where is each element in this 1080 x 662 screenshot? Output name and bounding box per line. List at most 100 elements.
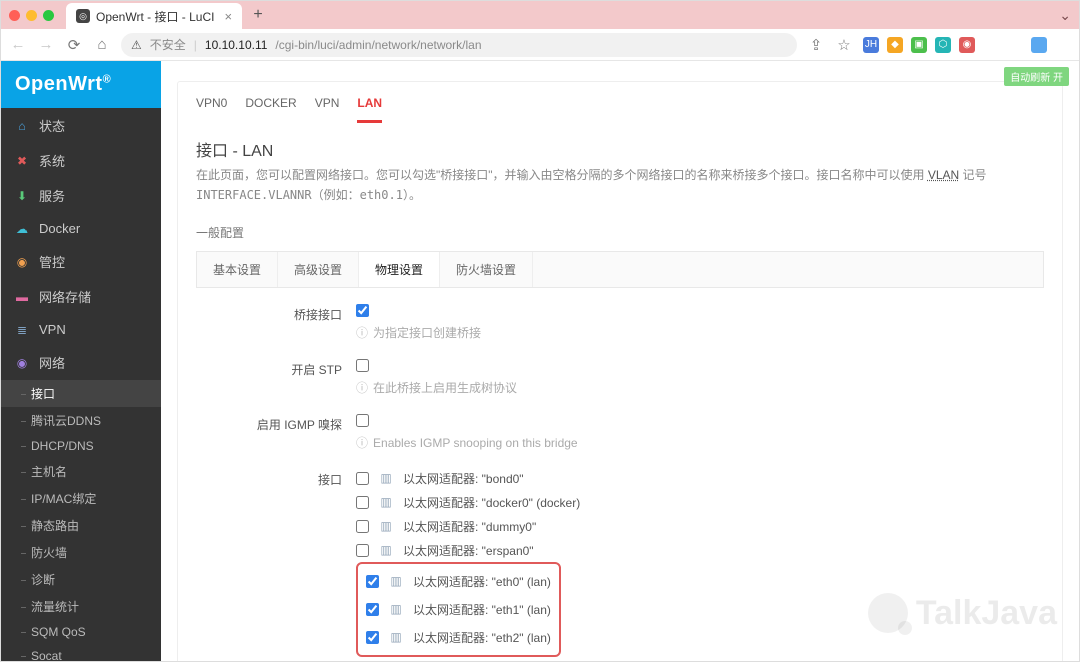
bridge-checkbox[interactable] bbox=[356, 304, 369, 317]
interface-tab[interactable]: LAN bbox=[357, 96, 382, 123]
stp-label: 开启 STP bbox=[196, 359, 356, 378]
interface-checkbox[interactable] bbox=[366, 603, 379, 616]
minimize-window-icon[interactable] bbox=[26, 10, 37, 21]
close-window-icon[interactable] bbox=[9, 10, 20, 21]
sidebar-subitem[interactable]: Socat bbox=[1, 644, 161, 661]
extension-icons: JH ◆ ▣ ⬡ ◉ ✦ ◧ ⋮ bbox=[863, 37, 1071, 53]
page-title: 接口 - LAN bbox=[178, 123, 1062, 165]
sidebar-item[interactable]: ≣VPN bbox=[1, 314, 161, 345]
interface-text: 以太网适配器: "eth1" (lan) bbox=[413, 601, 551, 618]
bridge-label: 桥接接口 bbox=[196, 304, 356, 323]
interface-tab[interactable]: DOCKER bbox=[245, 96, 296, 123]
interface-checkbox[interactable] bbox=[356, 520, 369, 533]
ethernet-adapter-icon: ▥ bbox=[379, 543, 393, 557]
sidebar-item[interactable]: ▬网络存储 bbox=[1, 279, 161, 314]
interface-checkbox[interactable] bbox=[356, 496, 369, 509]
interface-checkbox[interactable] bbox=[356, 544, 369, 557]
insecure-label: 不安全 bbox=[150, 36, 186, 53]
zoom-window-icon[interactable] bbox=[43, 10, 54, 21]
extension-icon[interactable]: ▣ bbox=[911, 37, 927, 53]
profile-avatar-icon[interactable] bbox=[1031, 37, 1047, 53]
sidebar-item[interactable]: ◉ 网络 bbox=[1, 345, 161, 380]
interface-tab[interactable]: VPN bbox=[315, 96, 340, 123]
interface-text: 以太网适配器: "ipsec0" (VPN) bbox=[403, 660, 561, 661]
extensions-puzzle-icon[interactable]: ✦ bbox=[983, 37, 999, 53]
sidebar-item-label: 系统 bbox=[39, 151, 65, 170]
section-title-general: 一般配置 bbox=[178, 218, 1062, 251]
igmp-hint: Enables IGMP snooping on this bridge bbox=[356, 430, 1044, 457]
brand-logo[interactable]: OpenWrt® bbox=[1, 61, 161, 108]
forward-icon[interactable]: → bbox=[37, 36, 55, 53]
interface-text: 以太网适配器: "erspan0" bbox=[403, 542, 534, 559]
interface-text: 以太网适配器: "docker0" (docker) bbox=[403, 494, 580, 511]
sidebar-item[interactable]: ✖系统 bbox=[1, 143, 161, 178]
extension-icon[interactable]: JH bbox=[863, 37, 879, 53]
ethernet-adapter-icon: ▥ bbox=[379, 519, 393, 533]
home-icon: ⌂ bbox=[15, 119, 29, 133]
interface-option: ▥ 以太网适配器: "erspan0" bbox=[356, 541, 1044, 560]
brand-text: OpenWrt bbox=[15, 73, 103, 95]
home-icon[interactable]: ⌂ bbox=[93, 36, 111, 53]
sidebar-subitem[interactable]: 流量统计 bbox=[1, 593, 161, 620]
extension-icon[interactable]: ⬡ bbox=[935, 37, 951, 53]
browser-tab[interactable]: ◎ OpenWrt - 接口 - LuCI × bbox=[66, 3, 242, 29]
ethernet-adapter-icon: ▥ bbox=[389, 602, 403, 616]
kebab-menu-icon[interactable]: ⋮ bbox=[1055, 37, 1071, 53]
browser-window: ◎ OpenWrt - 接口 - LuCI × + ⌄ ← → ⟳ ⌂ ⚠ 不安… bbox=[0, 0, 1080, 662]
config-sub-tab[interactable]: 物理设置 bbox=[359, 252, 440, 287]
sidebar-item[interactable]: ☁Docker bbox=[1, 213, 161, 244]
sidebar-item-label: 状态 bbox=[39, 116, 65, 135]
config-sub-tab[interactable]: 防火墙设置 bbox=[440, 252, 533, 287]
address-bar[interactable]: ⚠ 不安全 | 10.10.10.11/cgi-bin/luci/admin/n… bbox=[121, 33, 797, 57]
extension-icon[interactable]: ◆ bbox=[887, 37, 903, 53]
back-icon[interactable]: ← bbox=[9, 36, 27, 53]
interface-checkbox[interactable] bbox=[356, 472, 369, 485]
config-sub-tabs: 基本设置高级设置物理设置防火墙设置 bbox=[196, 251, 1044, 288]
sidebar-item-label: 网络 bbox=[39, 353, 65, 372]
sidebar-subitem[interactable]: 防火墙 bbox=[1, 539, 161, 566]
interface-checkbox[interactable] bbox=[366, 631, 379, 644]
share-icon[interactable]: ⇪ bbox=[807, 36, 825, 54]
config-sub-tab[interactable]: 高级设置 bbox=[278, 252, 359, 287]
download-icon: ⬇ bbox=[15, 189, 29, 203]
new-tab-button[interactable]: + bbox=[248, 6, 268, 24]
interface-checkbox[interactable] bbox=[366, 575, 379, 588]
globe-icon: ◉ bbox=[15, 356, 29, 370]
interface-option: ▥ 以太网适配器: "eth1" (lan) bbox=[366, 598, 551, 621]
interface-tab[interactable]: VPN0 bbox=[196, 96, 227, 123]
sidebar-subitem[interactable]: 诊断 bbox=[1, 566, 161, 593]
chevron-down-icon[interactable]: ⌄ bbox=[1059, 7, 1071, 24]
extension-icon[interactable]: ◉ bbox=[959, 37, 975, 53]
disk-icon: ▬ bbox=[15, 290, 29, 304]
interface-option: ▥以太网适配器: "eth2" (lan) bbox=[366, 626, 551, 649]
shield-icon: ◉ bbox=[15, 255, 29, 269]
sidebar-subitem[interactable]: IP/MAC绑定 bbox=[1, 485, 161, 512]
sidebar-item[interactable]: ⌂ 状态 bbox=[1, 108, 161, 143]
sidebar-item[interactable]: ◉管控 bbox=[1, 244, 161, 279]
sidebar-subitem[interactable]: 腾讯云DDNS bbox=[1, 407, 161, 434]
igmp-checkbox[interactable] bbox=[356, 414, 369, 427]
sidepanel-icon[interactable]: ◧ bbox=[1007, 37, 1023, 53]
sidebar-item-label: 服务 bbox=[39, 186, 65, 205]
sidebar-item-label: Docker bbox=[39, 221, 80, 236]
config-sub-tab[interactable]: 基本设置 bbox=[197, 252, 278, 287]
interface-option: ▥以太网适配器: "dummy0" bbox=[356, 517, 1044, 536]
sidebar-subitem[interactable]: 主机名 bbox=[1, 458, 161, 485]
url-path: /cgi-bin/luci/admin/network/network/lan bbox=[275, 38, 481, 52]
mac-titlebar: ◎ OpenWrt - 接口 - LuCI × + ⌄ bbox=[1, 1, 1079, 29]
sidebar-item[interactable]: ⬇ 服务 bbox=[1, 178, 161, 213]
stp-checkbox[interactable] bbox=[356, 359, 369, 372]
interface-option: ▥以太网适配器: "eth0" (lan) bbox=[366, 570, 551, 593]
tab-close-icon[interactable]: × bbox=[224, 9, 232, 24]
sidebar-subitem[interactable]: 接口 bbox=[1, 380, 161, 407]
page-content: OpenWrt® ⌂ 状态 ✖系统 ⬇ 服务 ☁Docker◉管控▬网络存储≣VPN ◉ 网络… bbox=[1, 61, 1079, 661]
sidebar-subitem[interactable]: 静态路由 bbox=[1, 512, 161, 539]
ethernet-adapter-icon: ▥ bbox=[389, 574, 403, 588]
sidebar-subitem[interactable]: SQM QoS bbox=[1, 620, 161, 644]
igmp-label: 启用 IGMP 嗅探 bbox=[196, 414, 356, 433]
bookmark-star-icon[interactable]: ☆ bbox=[835, 36, 853, 54]
ethernet-adapter-icon: ▥ bbox=[379, 495, 393, 509]
sidebar-subitem[interactable]: DHCP/DNS bbox=[1, 434, 161, 458]
interface-option: ▥以太网适配器: "ipsec0" (VPN) bbox=[356, 659, 1044, 661]
reload-icon[interactable]: ⟳ bbox=[65, 36, 83, 54]
